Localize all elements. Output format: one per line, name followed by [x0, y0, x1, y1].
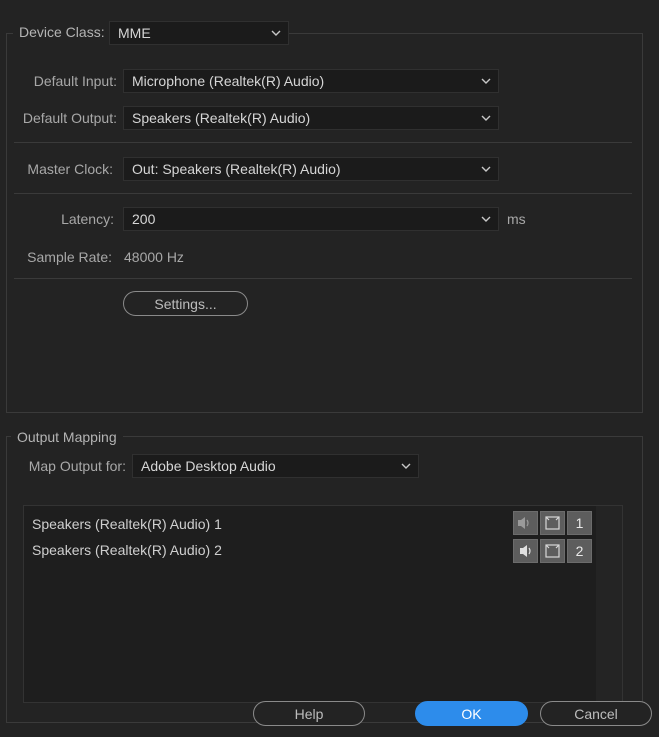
output-mapping-title: Output Mapping: [11, 427, 123, 447]
latency-unit: ms: [507, 211, 526, 227]
master-clock-value: Out: Speakers (Realtek(R) Audio): [132, 161, 341, 177]
map-output-label: Map Output for:: [28, 458, 126, 474]
speaker-right-icon[interactable]: [513, 539, 538, 563]
output-channel-list[interactable]: Speakers (Realtek(R) Audio) 1 Speakers (…: [23, 505, 623, 703]
default-input-value: Microphone (Realtek(R) Audio): [132, 73, 325, 89]
channel-number-badge: 1: [567, 511, 592, 535]
device-class-dropdown[interactable]: MME: [109, 21, 289, 45]
chevron-down-icon: [481, 115, 491, 121]
default-input-dropdown[interactable]: Microphone (Realtek(R) Audio): [123, 69, 499, 93]
device-class-value: MME: [118, 25, 151, 41]
sample-rate-value: 48000 Hz: [124, 249, 184, 265]
default-input-label: Default Input:: [33, 73, 117, 89]
default-output-dropdown[interactable]: Speakers (Realtek(R) Audio): [123, 106, 499, 130]
master-clock-label: Master Clock:: [27, 161, 113, 177]
master-clock-dropdown[interactable]: Out: Speakers (Realtek(R) Audio): [123, 157, 499, 181]
channel-mapping-icon[interactable]: [540, 511, 565, 535]
list-item[interactable]: Speakers (Realtek(R) Audio) 2: [32, 540, 222, 560]
cancel-button[interactable]: Cancel: [540, 701, 652, 726]
chevron-down-icon: [481, 78, 491, 84]
list-item[interactable]: Speakers (Realtek(R) Audio) 1: [32, 514, 222, 534]
default-output-label: Default Output:: [22, 110, 117, 126]
divider: [14, 278, 632, 279]
latency-value: 200: [132, 211, 156, 227]
map-output-dropdown[interactable]: Adobe Desktop Audio: [132, 454, 419, 478]
ok-button[interactable]: OK: [415, 701, 528, 726]
sample-rate-label: Sample Rate:: [27, 249, 112, 265]
chevron-down-icon: [271, 30, 281, 36]
settings-button[interactable]: Settings...: [123, 291, 248, 316]
latency-dropdown[interactable]: 200: [123, 207, 499, 231]
default-output-value: Speakers (Realtek(R) Audio): [132, 110, 311, 126]
channel-mapping-icon[interactable]: [540, 539, 565, 563]
list-scrollbar-track[interactable]: [596, 506, 622, 702]
channel-number-badge: 2: [567, 539, 592, 563]
latency-label: Latency:: [61, 211, 114, 227]
map-output-value: Adobe Desktop Audio: [141, 458, 276, 474]
divider: [14, 193, 632, 194]
chevron-down-icon: [401, 463, 411, 469]
device-class-label: Device Class:: [19, 24, 105, 40]
chevron-down-icon: [481, 166, 491, 172]
speaker-left-icon[interactable]: [513, 511, 538, 535]
divider: [14, 142, 632, 143]
help-button[interactable]: Help: [253, 701, 365, 726]
device-class-legend: Device Class:: [13, 22, 109, 42]
chevron-down-icon: [481, 216, 491, 222]
